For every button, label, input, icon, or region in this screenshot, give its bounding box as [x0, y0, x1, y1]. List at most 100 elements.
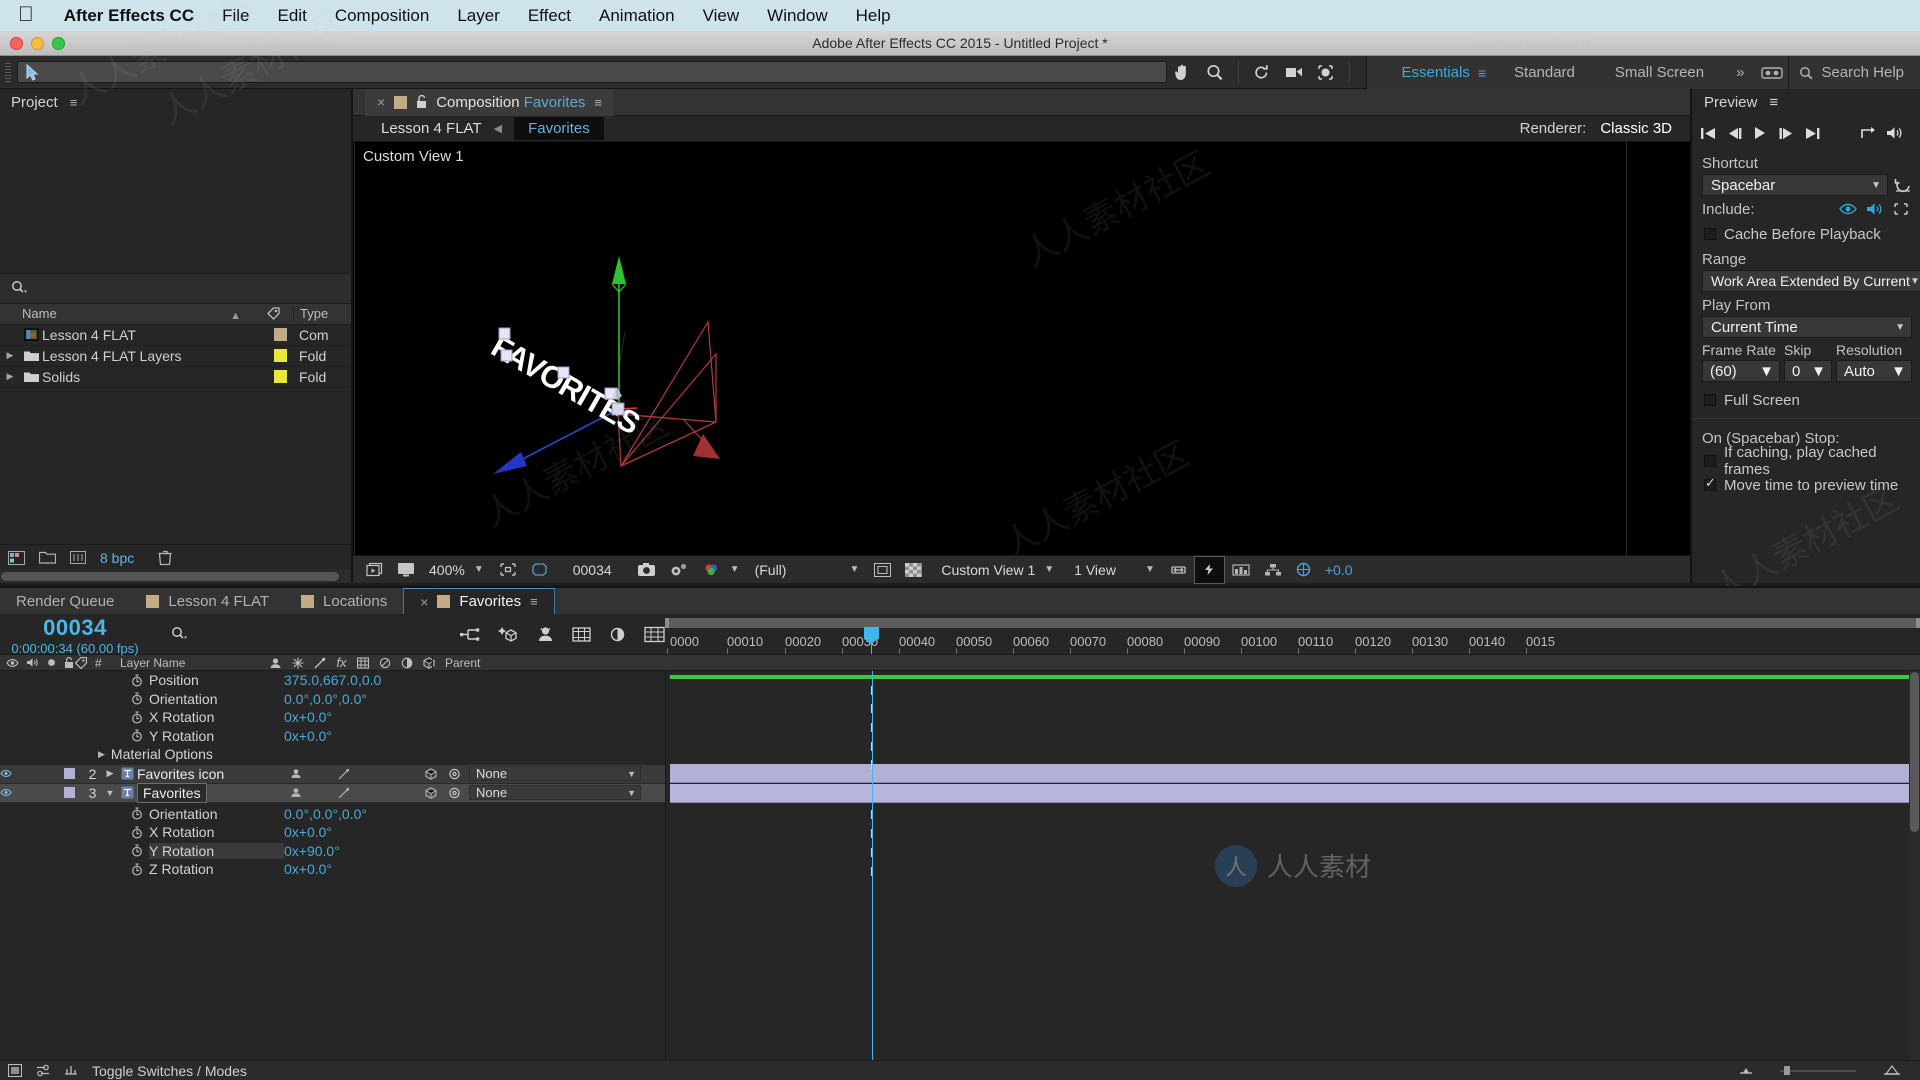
- channel-dropdown-icon[interactable]: ▼: [728, 564, 748, 575]
- current-time-display[interactable]: 00034 0:00:00:34 (60.00 fps): [0, 614, 150, 656]
- layer-name-editbox[interactable]: Favorites: [137, 782, 207, 803]
- zoom-tool[interactable]: [1199, 58, 1231, 87]
- property-row-y-rotation[interactable]: Y Rotation 0x+0.0°: [0, 727, 665, 746]
- property-value[interactable]: 0.0°,0.0°,0.0°: [284, 806, 367, 822]
- expand-arrow[interactable]: ▶: [0, 371, 20, 382]
- view-layout-dropdown-icon[interactable]: ▼: [1042, 564, 1062, 575]
- eye-icon[interactable]: [1839, 203, 1866, 215]
- property-group-material-options[interactable]: ▶ Material Options: [0, 745, 665, 764]
- show-snapshot-icon[interactable]: [663, 556, 696, 584]
- cti-handle[interactable]: [864, 627, 879, 644]
- track-camera-tool[interactable]: [1310, 58, 1342, 87]
- comp-flowchart-icon[interactable]: [1257, 556, 1289, 584]
- current-time-indicator-head[interactable]: [864, 627, 879, 654]
- parent-dropdown[interactable]: None ▼: [469, 785, 641, 800]
- shy-switch[interactable]: [290, 787, 302, 798]
- exposure-reset-icon[interactable]: [1289, 556, 1318, 584]
- layer-name[interactable]: Favorites: [137, 782, 282, 803]
- three-d-switch[interactable]: [425, 786, 437, 799]
- stopwatch-icon[interactable]: [131, 807, 149, 820]
- video-visibility-icon[interactable]: [6, 658, 19, 668]
- resolution-value[interactable]: (Full): [748, 556, 794, 584]
- monitor-icon[interactable]: [390, 556, 422, 584]
- timeline-tab-lesson-4-flat[interactable]: Lesson 4 FLAT: [130, 588, 285, 614]
- solo-icon[interactable]: [46, 657, 57, 668]
- zoom-timeline-icon[interactable]: [64, 1064, 78, 1077]
- property-value[interactable]: 0x+0.0°: [284, 861, 332, 877]
- collapse-transformations-icon[interactable]: [292, 657, 304, 669]
- pick-whip-icon[interactable]: [448, 787, 461, 799]
- menu-item-help[interactable]: Help: [842, 6, 905, 26]
- work-area-bar[interactable]: [665, 618, 1920, 628]
- speaker-icon[interactable]: [1866, 202, 1893, 216]
- zoom-dropdown-icon[interactable]: ▼: [472, 564, 492, 575]
- quality-icon[interactable]: [314, 657, 326, 669]
- scrollbar-thumb[interactable]: [1910, 672, 1919, 832]
- menu-item-composition[interactable]: Composition: [321, 6, 444, 26]
- timeline-tab-render-queue[interactable]: Render Queue: [0, 588, 130, 614]
- move-time-checkbox[interactable]: [1704, 475, 1716, 491]
- exposure-value[interactable]: +0.0: [1318, 556, 1360, 584]
- timeline-tab-locations[interactable]: Locations: [285, 588, 403, 614]
- property-row-z-rotation[interactable]: Z Rotation 0x+0.0°: [0, 860, 665, 879]
- first-frame-icon[interactable]: [1700, 127, 1726, 140]
- toggle-switches-modes-icon[interactable]: [36, 1064, 50, 1077]
- composition-mini-flowchart-icon[interactable]: [460, 626, 480, 643]
- parent-column-header[interactable]: Parent: [432, 655, 631, 670]
- region-of-interest-icon[interactable]: [1893, 202, 1920, 216]
- shortcut-select[interactable]: Spacebar ▼: [1702, 174, 1888, 196]
- view-count-value[interactable]: 1 View: [1062, 556, 1123, 584]
- property-row-position[interactable]: Position 375.0,667.0,0.0: [0, 671, 665, 690]
- last-frame-icon[interactable]: [1804, 127, 1830, 140]
- if-caching-row[interactable]: If caching, play cached frames: [1692, 444, 1920, 478]
- view-layout-value[interactable]: Custom View 1: [929, 556, 1042, 584]
- resolution-select[interactable]: Auto ▼: [1836, 360, 1912, 382]
- audio-toggle-icon[interactable]: [26, 657, 39, 668]
- label-tag-icon[interactable]: [75, 656, 87, 669]
- audio-icon[interactable]: [1886, 126, 1912, 140]
- layer-label-swatch[interactable]: [56, 768, 83, 779]
- toolbar-grip[interactable]: [3, 61, 13, 83]
- quality-switch[interactable]: [338, 768, 350, 780]
- property-value[interactable]: 0x+0.0°: [284, 709, 332, 725]
- timeline-tab-favorites[interactable]: × Favorites ≡: [403, 588, 555, 614]
- next-frame-icon[interactable]: [1778, 127, 1804, 140]
- parent-selector[interactable]: None ▼: [442, 785, 641, 800]
- zoom-out-timeline-icon[interactable]: [1738, 1065, 1754, 1076]
- project-panel-menu-icon[interactable]: ≡: [70, 95, 78, 110]
- project-search-icon[interactable]: [11, 280, 30, 296]
- frame-blending-icon[interactable]: [356, 656, 369, 669]
- renderer-value[interactable]: Classic 3D: [1600, 120, 1672, 137]
- project-item-swatch[interactable]: [267, 370, 293, 383]
- timeline-search[interactable]: [150, 614, 210, 654]
- lock-icon[interactable]: [64, 656, 74, 669]
- menu-item-edit[interactable]: Edit: [264, 6, 321, 26]
- cache-before-playback-checkbox[interactable]: [1704, 228, 1716, 240]
- grid-guides-icon[interactable]: [492, 556, 524, 584]
- workspace-menu-icon[interactable]: ≡: [1478, 65, 1494, 81]
- timeline-ruler[interactable]: 0000 00010 00020 00030 00040 00050 00060…: [665, 614, 1920, 654]
- frame-rate-select[interactable]: (60) ▼: [1702, 360, 1780, 382]
- if-caching-checkbox[interactable]: [1704, 455, 1716, 467]
- region-preview-icon[interactable]: [867, 556, 898, 584]
- camera-tool[interactable]: [1278, 58, 1310, 87]
- effects-icon[interactable]: fx: [336, 655, 346, 670]
- breadcrumb-parent[interactable]: Lesson 4 FLAT: [381, 120, 482, 137]
- project-horizontal-scrollbar[interactable]: [0, 570, 351, 583]
- project-list-item[interactable]: ▶ Solids Fold: [0, 367, 351, 388]
- cache-before-playback-row[interactable]: Cache Before Playback: [1692, 222, 1920, 246]
- layer-row-favorites-icon[interactable]: 2 ▶ Favorites icon None ▼: [0, 764, 665, 784]
- channel-rgb-icon[interactable]: [696, 556, 728, 584]
- fast-previews-icon[interactable]: [1193, 555, 1225, 584]
- hide-shy-layers-icon[interactable]: [536, 625, 555, 643]
- property-row-orientation[interactable]: Orientation 0.0°,0.0°,0.0°: [0, 690, 665, 709]
- stopwatch-icon[interactable]: [131, 692, 149, 705]
- expand-arrow[interactable]: ▶: [102, 768, 118, 779]
- stopwatch-icon[interactable]: [131, 674, 149, 687]
- menu-item-animation[interactable]: Animation: [585, 6, 689, 26]
- lock-icon[interactable]: [416, 95, 427, 109]
- project-column-name[interactable]: Name ▲: [0, 306, 267, 322]
- property-row-y-rotation-2[interactable]: Y Rotation 0x+90.0°: [0, 842, 665, 861]
- property-row-orientation-2[interactable]: Orientation 0.0°,0.0°,0.0°: [0, 805, 665, 824]
- transparency-grid-icon[interactable]: [898, 556, 929, 584]
